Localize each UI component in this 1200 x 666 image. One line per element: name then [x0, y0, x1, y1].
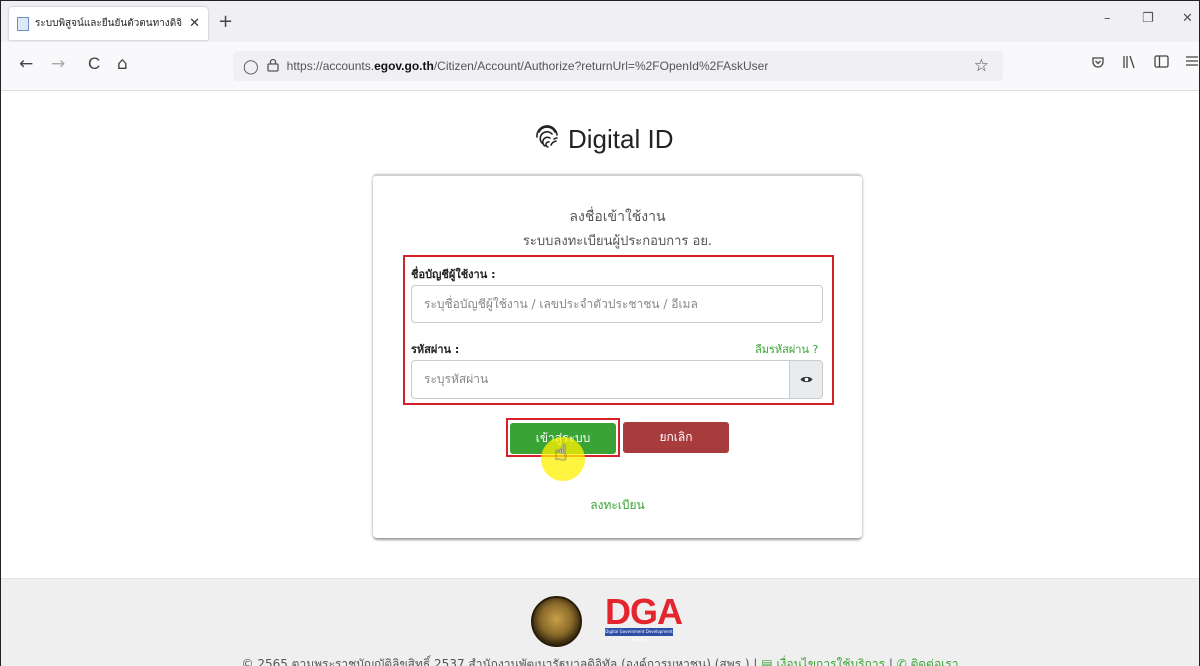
government-seal-logo — [531, 596, 582, 647]
tab-close-icon[interactable]: ✕ — [189, 16, 200, 31]
reload-button[interactable]: C — [88, 54, 100, 74]
tab-title: ระบบพิสูจน์และยืนยันตัวตนทางดิจิ — [35, 18, 183, 29]
dga-logo: DGA — [605, 591, 683, 632]
bookmark-star-icon[interactable]: ☆ — [974, 56, 989, 76]
lock-icon[interactable] — [267, 58, 279, 75]
url-text: https://accounts.egov.go.th/Citizen/Acco… — [286, 59, 769, 73]
browser-navigation-bar: ← → C ⌂ ◯ https://accounts.egov.go.th/Ci… — [1, 42, 1199, 91]
brand-title: Digital ID — [568, 124, 674, 154]
new-tab-button[interactable]: + — [218, 11, 233, 32]
eye-icon — [800, 373, 813, 387]
hand-pointer-icon: ☝ — [554, 441, 568, 466]
address-bar[interactable]: ◯ https://accounts.egov.go.th/Citizen/Ac… — [233, 51, 1003, 81]
forgot-password-link[interactable]: ลืมรหัสผ่าน ? — [755, 340, 818, 358]
browser-tab-bar: ระบบพิสูจน์และยืนยันตัวตนทางดิจิ ✕ + – ❐… — [1, 1, 1199, 42]
contact-link[interactable]: ติดต่อเรา — [911, 657, 959, 666]
tracking-shield-icon[interactable]: ◯ — [243, 58, 259, 75]
library-icon[interactable] — [1122, 55, 1137, 73]
digital-id-brand: Digital ID — [534, 123, 673, 156]
document-icon: ▤ — [761, 657, 773, 666]
login-heading: ลงชื่อเข้าใช้งาน — [569, 209, 666, 225]
footer-copyright: © 2565 ตามพระราชบัญญัติลิขสิทธิ์ 2537 สำ… — [1, 655, 1199, 666]
copyright-text: © 2565 ตามพระราชบัญญัติลิขสิทธิ์ 2537 สำ… — [241, 657, 762, 666]
restore-button[interactable]: ❐ — [1142, 11, 1154, 26]
home-button[interactable]: ⌂ — [117, 54, 128, 74]
back-button[interactable]: ← — [19, 54, 33, 74]
minimize-button[interactable]: – — [1104, 11, 1111, 26]
cancel-button[interactable]: ยกเลิก — [623, 422, 729, 453]
sidebar-icon[interactable] — [1154, 55, 1169, 72]
password-label: รหัสผ่าน : — [411, 343, 460, 356]
phone-icon: ✆ — [896, 657, 907, 666]
username-input[interactable]: ระบุชื่อบัญชีผู้ใช้งาน / เลขประจำตัวประช… — [411, 285, 823, 323]
login-subheading: ระบบลงทะเบียนผู้ประกอบการ อย. — [522, 234, 713, 249]
forward-button[interactable]: → — [51, 54, 65, 74]
menu-icon[interactable] — [1186, 55, 1198, 71]
show-password-button[interactable] — [790, 360, 823, 399]
password-input[interactable]: ระบุรหัสผ่าน — [411, 360, 790, 399]
footer-separator: | — [888, 657, 897, 666]
close-window-button[interactable]: ✕ — [1182, 11, 1193, 26]
terms-link[interactable]: เงื่อนไขการใช้บริการ — [776, 657, 885, 666]
page-favicon-icon — [17, 16, 29, 31]
fingerprint-icon — [534, 123, 560, 156]
username-label: ชื่อบัญชีผู้ใช้งาน : — [411, 268, 496, 281]
page-footer — [1, 578, 1199, 666]
dga-logo-subtitle: Digital Government Development Agency — [605, 628, 673, 642]
browser-tab[interactable]: ระบบพิสูจน์และยืนยันตัวตนทางดิจิ ✕ — [9, 7, 208, 40]
register-link[interactable]: ลงทะเบียน — [373, 496, 862, 515]
pocket-icon[interactable] — [1091, 55, 1105, 73]
login-card: ลงชื่อเข้าใช้งาน ระบบลงทะเบียนผู้ประกอบก… — [373, 174, 862, 538]
